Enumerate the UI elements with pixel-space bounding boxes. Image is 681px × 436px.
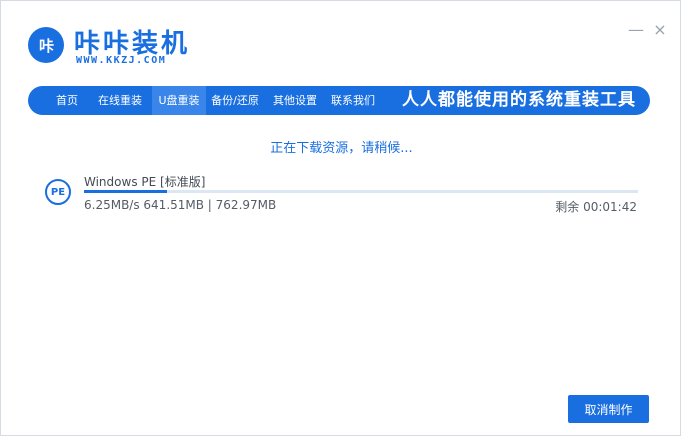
nav-item-other-settings[interactable]: 其他设置 bbox=[266, 86, 324, 115]
cancel-button[interactable]: 取消制作 bbox=[568, 395, 649, 423]
nav-item-usb-reinstall[interactable]: U盘重装 bbox=[152, 86, 206, 115]
brand-url: WWW.KKZJ.COM bbox=[76, 55, 167, 66]
nav-bar: 首页 在线重装 U盘重装 备份/还原 其他设置 联系我们 人人都能使用的系统重装… bbox=[28, 86, 650, 115]
close-icon[interactable]: × bbox=[652, 20, 668, 40]
download-stats: 6.25MB/s 641.51MB | 762.97MB bbox=[84, 198, 277, 212]
app-logo-icon: 咔 bbox=[28, 27, 64, 63]
minimize-icon[interactable]: — bbox=[628, 20, 644, 40]
nav-item-home[interactable]: 首页 bbox=[42, 86, 92, 115]
installer-window: 咔 咔咔装机 WWW.KKZJ.COM — × 首页 在线重装 U盘重装 备份/… bbox=[0, 0, 681, 436]
download-progress-fill bbox=[84, 190, 168, 193]
download-progress-bar bbox=[84, 190, 638, 193]
nav-item-contact-us[interactable]: 联系我们 bbox=[326, 86, 380, 115]
nav-slogan: 人人都能使用的系统重装工具 bbox=[402, 90, 636, 110]
logo-mark: 咔 bbox=[38, 36, 54, 55]
pe-icon: PE bbox=[45, 179, 71, 205]
nav-item-backup-restore[interactable]: 备份/还原 bbox=[207, 86, 263, 115]
nav-item-online-reinstall[interactable]: 在线重装 bbox=[92, 86, 148, 115]
download-item-name: Windows PE [标准版] bbox=[84, 175, 206, 189]
download-remaining-time: 剩余 00:01:42 bbox=[555, 200, 637, 214]
status-text: 正在下载资源，请稍候... bbox=[270, 141, 413, 156]
